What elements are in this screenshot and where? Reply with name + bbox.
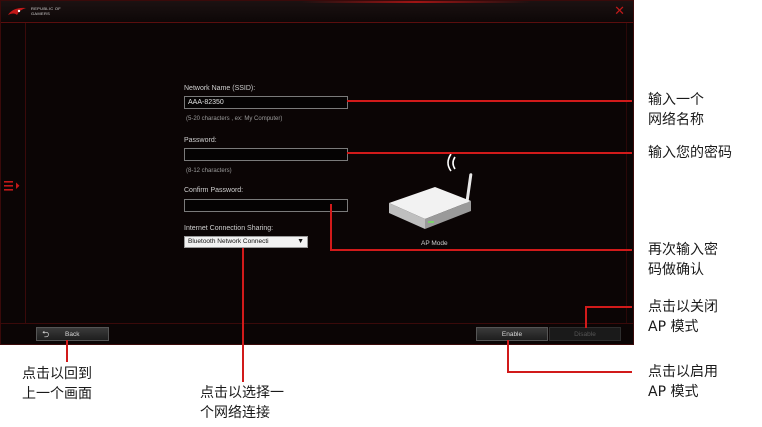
annotation-select: 点击以选择一 个网络连接 [200, 385, 284, 421]
confirm-password-label: Confirm Password: [184, 187, 244, 194]
callout-line-disable-v [585, 306, 587, 328]
password-hint: (8-12 characters) [186, 168, 232, 174]
ssid-label: Network Name (SSID): [184, 85, 256, 92]
back-arrow-icon: ⮌ [42, 329, 50, 339]
confirm-password-input[interactable] [184, 199, 348, 212]
callout-line-enable-v [507, 340, 509, 372]
ap-mode-label: AP Mode [421, 240, 448, 247]
annotation-back: 点击以回到 上一个画面 [22, 366, 92, 402]
callout-line-password [347, 152, 632, 154]
annotation-enable: 点击以启用 AP 模式 [648, 364, 718, 400]
callout-line-confirm-v [330, 204, 332, 250]
logo-text: REPUBLIC OF GAMERS [31, 6, 61, 16]
enable-button[interactable]: Enable [476, 327, 548, 341]
callout-line-disable-h [585, 306, 632, 308]
left-divider [25, 23, 26, 323]
callout-line-enable-h [507, 371, 632, 373]
sharing-select[interactable]: Bluetooth Network Connecti ▼ [184, 236, 308, 248]
title-accent-line [301, 1, 531, 3]
annotation-confirm: 再次输入密 码做确认 [648, 242, 718, 278]
ssid-hint: (5-20 characters , ex: My Computer) [186, 116, 283, 122]
sharing-label: Internet Connection Sharing: [184, 225, 274, 232]
ssid-input[interactable]: AAA-82350 [184, 96, 348, 109]
title-bar: REPUBLIC OF GAMERS ✕ [1, 1, 633, 23]
close-icon[interactable]: ✕ [614, 5, 625, 18]
callout-line-select [242, 248, 244, 382]
annotation-password: 输入您的密码 [648, 145, 732, 161]
callout-line-back [66, 340, 68, 362]
rog-logo: REPUBLIC OF GAMERS [7, 5, 67, 19]
sharing-selected-value: Bluetooth Network Connecti [188, 238, 269, 245]
rog-window: REPUBLIC OF GAMERS ✕ Network Name (SSID)… [0, 0, 634, 345]
callout-line-confirm-h [330, 249, 632, 251]
password-label: Password: [184, 137, 217, 144]
wireless-router-icon [385, 151, 485, 241]
annotation-ssid: 输入一个 网络名称 [648, 92, 704, 128]
password-input[interactable] [184, 148, 348, 161]
annotation-disable: 点击以关闭 AP 模式 [648, 299, 718, 335]
disable-button[interactable]: Disable [549, 327, 621, 341]
rog-eye-icon [8, 7, 26, 15]
menu-expand-icon[interactable] [4, 178, 20, 192]
back-button-label: Back [65, 331, 80, 338]
back-button[interactable]: ⮌ Back [36, 327, 109, 341]
right-divider [626, 23, 627, 323]
callout-line-ssid [347, 100, 632, 102]
caret-down-icon: ▼ [297, 238, 304, 245]
